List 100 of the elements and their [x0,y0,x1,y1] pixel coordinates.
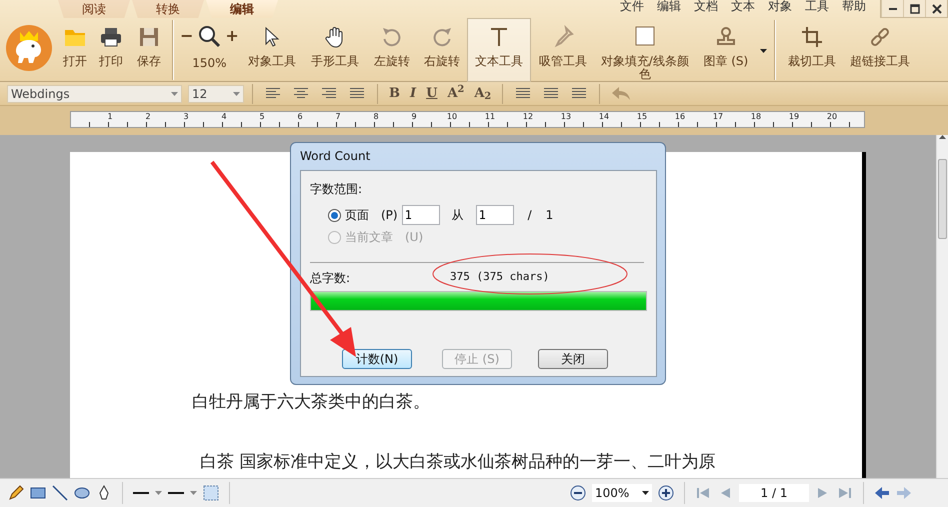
dialog-title: Word Count [300,148,372,165]
rectangle-icon [30,484,46,501]
magnifier-icon [197,24,222,48]
tool-button[interactable]: 图章 (S) [694,18,757,82]
paragraph: 白茶 国家标准中定义，以大白茶或水仙茶树品种的一芽一、二叶为原 [199,450,716,474]
ruler-number: 3 [182,112,190,123]
ruler-number: 5 [258,112,266,123]
ruler-number: 12 [522,112,534,123]
line-style-icon [133,492,149,494]
total-label: 总字数: [310,270,350,287]
input-field[interactable]: 1 [402,205,440,225]
menu-item[interactable]: 文件 [620,0,644,12]
tool-button[interactable]: 对象填充/线条颜色 [594,18,695,82]
tool-button[interactable]: 左旋转 [366,18,417,82]
ruler-number: 2 [144,112,152,123]
ruler-number: 20 [826,112,838,123]
indent-icon [572,87,586,100]
line-button[interactable] [52,484,68,502]
line-width-icon [168,492,184,494]
ellipse-button[interactable] [74,484,90,502]
menu-item[interactable]: 对象 [768,0,792,12]
pencil-icon [8,484,24,501]
ruler-number: 10 [446,112,458,123]
shortcut-key: (U) [405,228,424,246]
caret-icon [233,92,240,96]
caret-icon [760,49,767,53]
tool-button[interactable]: 打印 [92,18,130,82]
zoom-level: 150% [192,55,227,72]
zoom-in-icon [658,484,674,501]
list-icon [516,87,530,100]
word-total: 375 (375 chars) [450,269,550,285]
forward-arrow-icon [896,484,912,501]
selection-frame-button[interactable] [203,484,219,502]
dialog-button[interactable]: 计数(N) [342,349,412,369]
caret-icon [155,491,162,495]
text-style-button[interactable]: A$^{2}$ [444,86,468,102]
font-select[interactable]: Webdings [7,84,182,102]
selection-frame-icon [203,484,219,501]
dialog-button[interactable]: 关闭 [538,349,608,369]
text-style-button[interactable]: I [407,86,420,102]
vertical-scrollbar[interactable] [936,135,948,478]
ruler-number: 8 [372,112,380,123]
zoom-out-icon [570,484,586,501]
zoom-in-button[interactable]: + [225,28,239,44]
range-separator: / [528,207,532,224]
page-field[interactable]: 1 / 1 [739,484,809,502]
tool-button[interactable]: 文本工具 [466,18,531,82]
align-right-icon [322,87,336,100]
range-label: 从 [452,207,464,224]
ruler-number: 4 [220,112,228,123]
pencil-button[interactable] [8,484,24,502]
app-tab[interactable]: 转换 [132,0,204,18]
tool-button[interactable]: 手形工具 [302,18,367,82]
menu-item[interactable]: 文档 [694,0,718,12]
text-style-button[interactable]: B [386,86,403,102]
elephant-logo-icon [5,24,53,72]
ruler-number: 9 [410,112,418,123]
text-style-button[interactable]: U [423,86,440,102]
back-arrow-button[interactable] [874,484,890,502]
tool-button[interactable]: 打开 [58,18,92,82]
undo-arrow-icon [611,85,632,102]
app-tab[interactable]: 编辑 [206,0,278,18]
rectangle-button[interactable] [30,484,46,502]
ruler-number: 16 [674,112,686,123]
maximize-icon [910,4,920,14]
minimize-icon [888,8,896,10]
ruler-number: 11 [484,112,496,123]
zoom-out-button[interactable] [570,484,586,502]
input-field[interactable]: 1 [476,205,514,225]
app-tab[interactable]: 阅读 [58,0,130,18]
ruler-number: 19 [788,112,800,123]
scroll-thumb[interactable] [938,159,947,239]
caret-icon [171,92,178,96]
menu-item[interactable]: 文本 [731,0,755,12]
ruler-number: 18 [750,112,762,123]
tool-button[interactable]: 吸管工具 [530,18,595,82]
tool-button[interactable]: 裁切工具 [780,18,844,82]
printer-icon [99,25,123,49]
tool-button[interactable]: 保存 [130,18,168,82]
ruler-number: 13 [560,112,572,123]
shortcut-key: (P) [381,206,398,224]
font-size-select[interactable]: 12 [188,84,244,102]
align-justify-icon [350,87,364,100]
radio-label[interactable]: 页面 [345,206,369,224]
close-icon [932,4,942,14]
zoom-field[interactable]: 100% [592,484,652,502]
menu-item[interactable]: 编辑 [657,0,681,12]
tool-button[interactable]: 超链接工具 [844,18,916,82]
line-icon [52,484,68,501]
radio-button[interactable] [328,208,341,222]
ellipse-icon [74,484,90,501]
back-arrow-icon [874,484,890,501]
menu-item[interactable]: 工具 [805,0,829,12]
tool-button[interactable]: 对象工具 [240,18,303,82]
zoom-in-button[interactable] [658,484,674,502]
tool-button[interactable]: 右旋转 [416,18,467,82]
text-style-button[interactable]: A$_{2}$ [471,86,494,102]
ruler-number: 15 [636,112,648,123]
menu-item[interactable]: 帮助 [842,0,866,12]
zoom-out-button[interactable]: − [180,28,194,44]
